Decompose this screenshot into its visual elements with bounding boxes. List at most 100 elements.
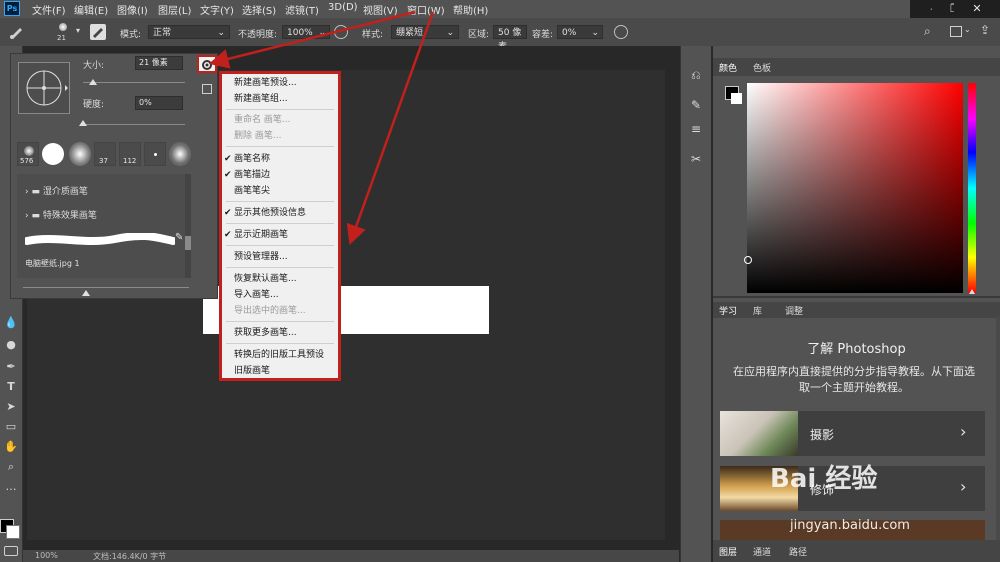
chevron-down-icon[interactable]: ⌄ — [964, 25, 971, 34]
more-tools-icon[interactable]: … — [2, 478, 20, 496]
style-select[interactable]: 绷紧短 ⌄ — [391, 25, 459, 39]
learn-scrollbar[interactable] — [996, 316, 1000, 556]
menu-import-brushes[interactable]: 导入画笔... — [222, 287, 338, 303]
tab-adjustments[interactable]: 调整 — [785, 304, 803, 317]
tab-layers[interactable]: 图层 — [719, 545, 737, 558]
brush-tool-icon[interactable] — [8, 24, 26, 40]
brush-folder-special-effects[interactable]: › ▬ 特殊效果画笔 — [25, 206, 187, 226]
brush-stroke-preview[interactable] — [23, 231, 177, 246]
workspace-icon[interactable] — [950, 26, 962, 37]
color-picker-cursor[interactable] — [744, 256, 752, 264]
menu-brush-stroke[interactable]: ✔ 画笔描边 — [222, 167, 338, 183]
tab-color[interactable]: 颜色 — [719, 61, 737, 74]
menu-filter[interactable]: 滤镜(T) — [285, 2, 319, 17]
menu-show-recent-brushes[interactable]: ✔ 显示近期画笔 — [222, 227, 338, 243]
brush-preset-thumb[interactable] — [144, 142, 166, 166]
tools-icon[interactable]: ✂ — [691, 152, 701, 166]
preset-list-scrollbar[interactable] — [185, 174, 191, 278]
brush-preset-thumb[interactable]: 37 — [94, 142, 116, 166]
tab-channels[interactable]: 通道 — [753, 545, 771, 558]
tab-swatches[interactable]: 色板 — [753, 61, 771, 74]
history-icon[interactable]: ⎌ — [691, 68, 701, 83]
menu-restore-default-brushes[interactable]: 恢复默认画笔... — [222, 271, 338, 287]
size-slider-thumb[interactable] — [89, 79, 97, 85]
menu-converted-legacy-presets[interactable]: 转换后的旧版工具预设 — [222, 347, 338, 363]
menu-show-additional-info[interactable]: ✔ 显示其他预设信息 — [222, 205, 338, 221]
brush-size-readout: 21 — [57, 34, 66, 42]
menu-image[interactable]: 图像(I) — [117, 2, 148, 17]
menu-view[interactable]: 视图(V) — [363, 2, 398, 17]
menu-select[interactable]: 选择(S) — [242, 2, 276, 17]
type-tool-icon[interactable]: T — [2, 378, 20, 396]
menu-legacy-brushes[interactable]: 旧版画笔 — [222, 363, 338, 379]
pressure-size-icon[interactable] — [614, 25, 628, 39]
preview-size-slider-thumb[interactable] — [82, 290, 90, 296]
hardness-slider[interactable] — [83, 124, 185, 125]
menu-new-brush-preset[interactable]: 新建画笔预设... — [222, 75, 338, 91]
path-select-tool-icon[interactable]: ➤ — [2, 398, 20, 416]
tab-learn[interactable]: 学习 — [719, 304, 737, 317]
menu-layer[interactable]: 图层(L) — [158, 2, 191, 17]
tab-libraries[interactable]: 库 — [753, 304, 762, 317]
brush-preset-thumb[interactable]: 576 — [17, 142, 39, 166]
menu-preset-manager[interactable]: 预设管理器... — [222, 249, 338, 265]
area-input[interactable]: 50 像素 — [493, 25, 527, 52]
menu-rename-brush[interactable]: 重命名 画笔... — [222, 112, 338, 128]
preset-size: 576 — [20, 157, 34, 165]
zoom-tool-icon[interactable]: ⌕ — [2, 458, 20, 476]
menu-brush-tip[interactable]: 画笔笔尖 — [222, 183, 338, 199]
chevron-down-icon[interactable]: ▾ — [76, 26, 80, 35]
brush-settings-icon[interactable]: ✎ — [691, 98, 701, 112]
hue-slider[interactable] — [968, 83, 976, 293]
brush-preset-soft-round[interactable] — [69, 142, 91, 166]
search-icon[interactable]: ⌕ — [924, 24, 931, 39]
menu-help[interactable]: 帮助(H) — [453, 2, 488, 17]
opacity-input[interactable]: 100% ⌄ — [282, 25, 330, 39]
mode-select[interactable]: 正常 ⌄ — [148, 25, 230, 39]
menu-brush-name[interactable]: ✔ 画笔名称 — [222, 151, 338, 167]
menu-edit[interactable]: 编辑(E) — [74, 2, 108, 17]
gear-icon[interactable] — [197, 55, 217, 73]
zoom-readout[interactable]: 100% — [35, 551, 58, 560]
brush-folder-wet-media[interactable]: › ▬ 湿介质画笔 — [25, 182, 187, 202]
menu-delete-brush[interactable]: 删除 画笔... — [222, 128, 338, 144]
blur-tool-icon[interactable]: 💧 — [2, 314, 20, 332]
brush-preset-thumb[interactable]: 112 — [119, 142, 141, 166]
menu-get-more-brushes[interactable]: 获取更多画笔... — [222, 325, 338, 341]
close-button[interactable]: ✕ — [954, 0, 1000, 18]
menu-new-brush-group[interactable]: 新建画笔组... — [222, 91, 338, 107]
dodge-tool-icon[interactable]: ● — [2, 336, 20, 354]
brush-preset-thumb[interactable] — [169, 142, 191, 166]
brush-preset-picker[interactable]: 21 — [52, 21, 74, 43]
hand-tool-icon[interactable]: ✋ — [2, 438, 20, 456]
brush-edit-icon[interactable]: ✎ — [175, 232, 183, 243]
brush-angle-preview[interactable] — [18, 62, 70, 114]
share-icon[interactable]: ⇪ — [980, 23, 990, 37]
menu-file[interactable]: 文件(F) — [32, 2, 66, 17]
size-slider[interactable] — [83, 82, 185, 83]
menu-type[interactable]: 文字(Y) — [200, 2, 234, 17]
tolerance-input[interactable]: 0% ⌄ — [557, 25, 603, 39]
tab-paths[interactable]: 路径 — [789, 545, 807, 558]
hue-slider-thumb[interactable] — [969, 289, 975, 294]
color-picker-field[interactable] — [747, 83, 963, 293]
brush-preset-name[interactable]: 电脑壁纸.jpg 1 — [25, 258, 80, 269]
size-input[interactable]: 21 像素 — [135, 56, 183, 70]
quick-mask-icon[interactable] — [4, 546, 18, 556]
rectangle-tool-icon[interactable]: ▭ — [2, 418, 20, 436]
pressure-opacity-icon[interactable] — [334, 25, 348, 39]
properties-icon[interactable]: ≡ — [691, 122, 701, 136]
menu-window[interactable]: 窗口(W) — [407, 2, 445, 17]
preview-size-slider[interactable] — [23, 287, 189, 288]
menu-export-selected-brushes[interactable]: 导出选中的画笔... — [222, 303, 338, 319]
brush-preset-hard-round[interactable] — [42, 143, 64, 165]
background-color-chip[interactable] — [731, 93, 742, 104]
hardness-input[interactable]: 0% — [135, 96, 183, 110]
hardness-slider-thumb[interactable] — [79, 120, 87, 126]
background-color-swatch[interactable] — [6, 525, 20, 539]
pen-tool-icon[interactable]: ✒ — [2, 358, 20, 376]
new-preset-icon[interactable] — [202, 84, 212, 94]
menu-3d[interactable]: 3D(D) — [328, 2, 358, 13]
learn-card-photography[interactable]: 摄影 › — [720, 411, 985, 456]
brush-settings-icon[interactable] — [90, 24, 106, 40]
